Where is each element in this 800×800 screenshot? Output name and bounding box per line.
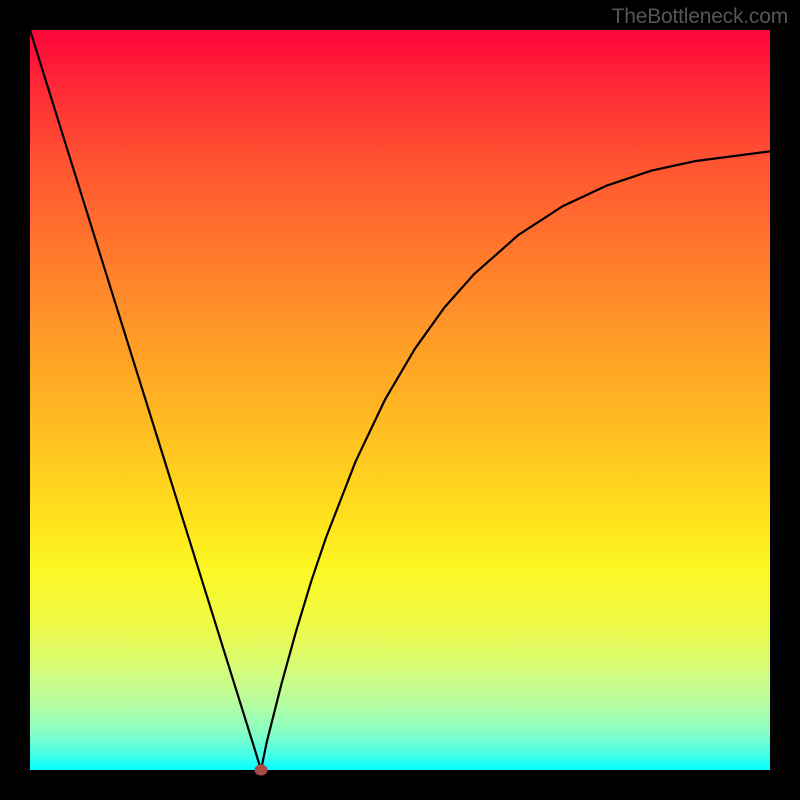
optimum-marker — [255, 765, 268, 776]
curve-svg — [30, 30, 770, 770]
plot-area — [30, 30, 770, 770]
watermark-text: TheBottleneck.com — [612, 5, 788, 29]
bottleneck-curve — [30, 30, 770, 770]
chart-container: TheBottleneck.com — [0, 0, 800, 800]
